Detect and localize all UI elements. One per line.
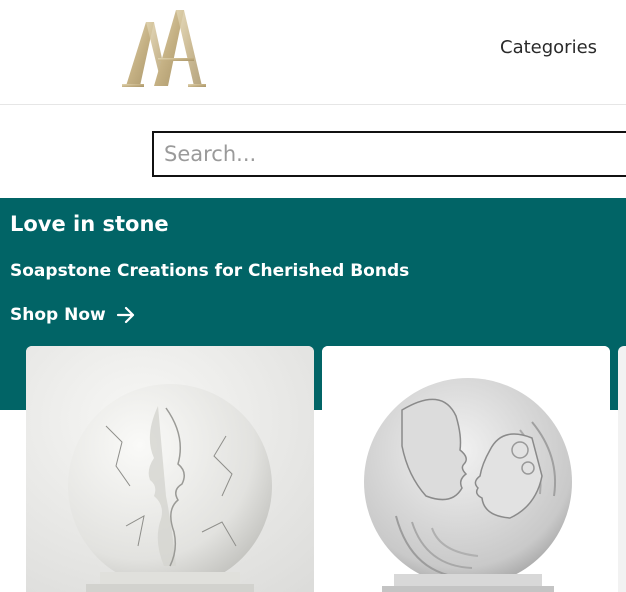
product-card[interactable] [322, 346, 610, 592]
arrow-right-icon [116, 306, 134, 324]
search-input[interactable] [154, 133, 626, 175]
nav-categories-link[interactable]: Categories [500, 37, 597, 58]
shop-now-label: Shop Now [10, 305, 106, 325]
search-box [152, 131, 626, 177]
product-image-carved-couple [322, 346, 610, 592]
hero-title: Love in stone [10, 212, 169, 236]
product-card[interactable] [26, 346, 314, 592]
product-card[interactable] [618, 346, 626, 592]
aa-logo-icon [122, 10, 206, 87]
product-image-stone-faces [26, 346, 314, 592]
shop-now-button[interactable]: Shop Now [10, 305, 136, 325]
site-header: Categories [0, 0, 626, 105]
hero-subtitle: Soapstone Creations for Cherished Bonds [10, 261, 410, 281]
brand-logo[interactable] [118, 4, 210, 94]
